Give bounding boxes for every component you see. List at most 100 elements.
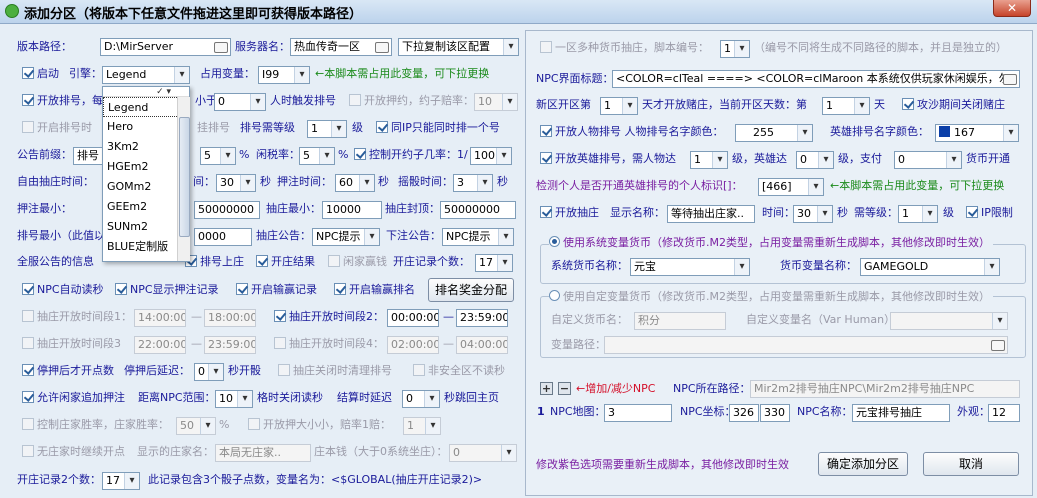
start-checkbox[interactable] (22, 67, 34, 79)
idle-rate-select[interactable]: 5 (299, 147, 335, 165)
trigger-select[interactable]: 0 (214, 93, 266, 111)
custom-var-select[interactable] (890, 312, 1008, 330)
npc-show-checkbox[interactable] (115, 283, 127, 295)
stop-row[interactable]: 停押后才开点数 (22, 361, 114, 381)
hero-lv1-select[interactable]: 1 (690, 151, 728, 169)
period3-row[interactable]: 抽庄开放时间段3 (22, 334, 121, 354)
siege-row[interactable]: 攻沙期间关闭赌庄 (902, 95, 1005, 115)
npc-x-input[interactable]: 326 (729, 404, 759, 422)
engine-dropdown-list[interactable]: ✓ ▾ Legend Hero 3Km2 HGEm2 GOMm2 GEEm2 S… (102, 86, 190, 262)
remove-npc-icon[interactable]: − (558, 382, 571, 395)
start-checkbox-row[interactable]: 启动 (22, 64, 59, 84)
hero-pay-select[interactable]: 0 (894, 151, 962, 169)
currency-var-select[interactable]: GAMEGOLD (860, 258, 1000, 276)
npc-name-input[interactable]: 元宝排号抽庄 (852, 404, 950, 422)
shake-time-select[interactable]: 3 (453, 174, 493, 192)
control-checkbox[interactable] (354, 148, 366, 160)
non-owner-checkbox[interactable] (413, 364, 425, 376)
record2-select[interactable]: 17 (102, 472, 140, 490)
grab-cap-input[interactable]: 50000000 (440, 201, 516, 219)
human-color-select[interactable]: 255 (735, 124, 813, 142)
open-size-checkbox[interactable] (248, 418, 260, 430)
open-human-row[interactable]: 开放人物排号 人物排号名字颜色： (540, 122, 724, 142)
period3-checkbox[interactable] (22, 337, 34, 349)
same-ip-row[interactable]: 同IP只能同时排一个号 (376, 118, 500, 138)
time1-select[interactable]: 30 (216, 174, 256, 192)
period3-start-input[interactable]: 22:00:00 (134, 336, 186, 354)
dealer-money-select[interactable]: 0 (449, 444, 517, 462)
allow-idle-checkbox[interactable] (22, 391, 34, 403)
open-hero-row[interactable]: 开放英雄排号，需人物达 (540, 149, 676, 169)
period4-row[interactable]: 抽庄开放时间段4： (274, 334, 384, 354)
period4-end-input[interactable]: 04:00:00 (456, 336, 508, 354)
sys-currency-radio-row[interactable]: 使用系统变量货币（修改货币.M2类型，占用变量需重新生成脚本，其他修改即时生效） (549, 233, 993, 253)
period1-start-input[interactable]: 14:00:00 (134, 309, 186, 327)
need-level-select[interactable]: 1 (898, 205, 938, 223)
bet-odds-select[interactable]: 10 (474, 93, 518, 111)
npc-range-select[interactable]: 10 (215, 390, 253, 408)
period2-end-input[interactable]: 23:59:00 (456, 309, 508, 327)
open-rank-row[interactable]: 开放排号，每 (22, 91, 103, 111)
open-day-select[interactable]: 1 (822, 97, 870, 115)
new-zone-select[interactable]: 1 (600, 97, 638, 115)
win-rank-row[interactable]: 开启输赢排名 (334, 280, 415, 300)
dropdown-scrollbar[interactable] (177, 97, 190, 261)
result-checkbox[interactable] (256, 255, 268, 267)
period2-row[interactable]: 抽庄开放时间段2： (274, 307, 384, 327)
confirm-add-button[interactable]: 确定添加分区 (818, 452, 908, 476)
multi-select[interactable]: 1 (720, 40, 750, 58)
grab-notice-select[interactable]: NPC提示 (312, 228, 380, 246)
idle-win-checkbox[interactable] (328, 255, 340, 267)
add-npc-icon[interactable]: + (540, 382, 553, 395)
max-bet-input[interactable]: 50000000 (194, 201, 260, 219)
ip-limit-checkbox[interactable] (966, 206, 978, 218)
hero-lv2-select[interactable]: 0 (796, 151, 834, 169)
rank-level-select[interactable]: 1 (307, 120, 347, 138)
period2-start-input[interactable]: 00:00:00 (387, 309, 439, 327)
period1-end-input[interactable]: 18:00:00 (204, 309, 256, 327)
hero-color-select[interactable]: 167 (935, 124, 1019, 142)
idle-win-row[interactable]: 闲家赢钱 (328, 252, 387, 272)
multi-row[interactable]: 一区多种货币抽庄，脚本编号： (540, 38, 709, 58)
multi-checkbox[interactable] (540, 41, 552, 53)
stop-checkbox[interactable] (22, 364, 34, 376)
enable-rank2-row[interactable]: 开启排号时 (22, 118, 92, 138)
close-button[interactable]: ✕ (993, 0, 1031, 17)
pct1-select[interactable]: 5 (200, 147, 236, 165)
bottom-notice-select[interactable]: NPC提示 (442, 228, 514, 246)
custom-currency-radio[interactable] (549, 290, 560, 301)
var-path-input[interactable] (604, 336, 1008, 354)
cancel-button[interactable]: 取消 (923, 452, 1019, 476)
npc-map-input[interactable]: 3 (604, 404, 672, 422)
ctrl-winrate-checkbox[interactable] (22, 418, 34, 430)
version-path-input[interactable]: D:\MirServer (100, 38, 231, 56)
no-dealer-checkbox[interactable] (22, 445, 34, 457)
non-owner-row[interactable]: 非安全区不读秒 (413, 361, 505, 381)
min-grab-input[interactable]: 10000 (322, 201, 382, 219)
open-size-row[interactable]: 开放押大小小，赔率1赔： (248, 415, 391, 435)
period3-end-input[interactable]: 23:59:00 (204, 336, 256, 354)
same-ip-checkbox[interactable] (376, 121, 388, 133)
record-count-select[interactable]: 17 (475, 254, 513, 272)
bet-time-select[interactable]: 60 (335, 174, 375, 192)
custom-name-input[interactable]: 积分 (634, 312, 726, 330)
npc-y-input[interactable]: 330 (760, 404, 790, 422)
occupy-var-select[interactable]: I99 (258, 66, 310, 84)
open-grab-row[interactable]: 开放抽庄 (540, 203, 599, 223)
scrollbar-thumb[interactable] (179, 117, 190, 237)
open-size-select[interactable]: 1 (403, 417, 441, 435)
npc-show-row[interactable]: NPC显示押注记录 (115, 280, 219, 300)
win-record-checkbox[interactable] (236, 283, 248, 295)
npc-auto-checkbox[interactable] (22, 283, 34, 295)
sys-currency-name-select[interactable]: 元宝 (630, 258, 750, 276)
open-human-checkbox[interactable] (540, 125, 552, 137)
ctrl-winrate-row[interactable]: 控制庄家胜率，庄家胜率： (22, 415, 169, 435)
win-record-row[interactable]: 开启输赢记录 (236, 280, 317, 300)
grab-clear-row[interactable]: 抽庄关闭时清理排号 (278, 361, 392, 381)
no-dealer-row[interactable]: 无庄家时继续开点 (22, 442, 125, 462)
rank-award-button[interactable]: 排名奖金分配 (428, 278, 514, 302)
grab-clear-checkbox[interactable] (278, 364, 290, 376)
period4-start-input[interactable]: 02:00:00 (387, 336, 439, 354)
period2-checkbox[interactable] (274, 310, 286, 322)
rank-min-input[interactable]: 0000 (194, 228, 252, 246)
